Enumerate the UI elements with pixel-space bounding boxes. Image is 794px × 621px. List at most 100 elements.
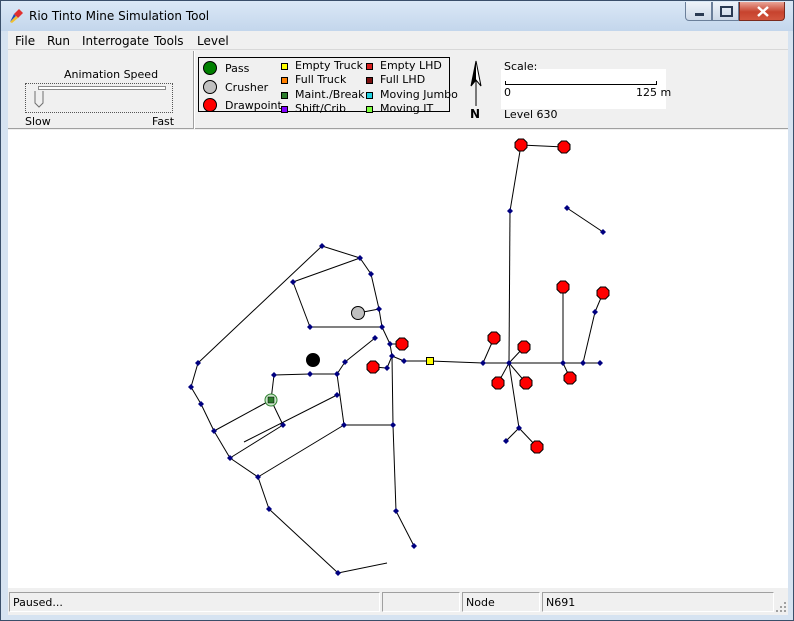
close-button[interactable] [739,2,785,21]
drawpoint-marker[interactable] [596,286,610,300]
map-edge [370,273,380,310]
legend-shift-crib: Shift/Crib [295,102,346,115]
fast-label: Fast [152,115,175,128]
maximize-button[interactable] [712,2,739,21]
drawpoint-marker[interactable] [563,371,577,385]
mine-network-map[interactable] [8,130,788,588]
full-truck-icon [281,77,288,84]
map-node[interactable] [271,372,277,378]
menu-file[interactable]: File [15,34,35,48]
map-node[interactable] [480,360,486,366]
map-edge [344,337,376,363]
pass-icon [203,61,217,75]
map-node[interactable] [227,455,233,461]
moving-jumbo-icon [366,92,373,99]
status-bar: Paused... Node N691 [8,589,788,614]
minimize-button[interactable] [685,2,712,21]
map-node[interactable] [393,508,399,514]
slider-thumb[interactable] [34,90,44,108]
scale-start-label: 0 [504,86,511,99]
crusher-marker[interactable] [351,306,365,320]
scale-caption: Scale: [504,60,538,73]
drawpoint-marker[interactable] [557,140,571,154]
map-node[interactable] [357,255,363,261]
drawpoint-marker[interactable] [519,376,533,390]
map-node[interactable] [592,309,598,315]
map-node[interactable] [255,474,261,480]
map-node[interactable] [379,324,385,330]
map-node[interactable] [211,428,217,434]
maint-break-vehicle[interactable] [267,396,275,404]
map-node[interactable] [290,279,296,285]
drawpoint-marker[interactable] [514,138,528,152]
minimize-icon [695,13,704,16]
maximize-icon [720,6,733,17]
map-edge [213,399,272,432]
map-edge [273,373,311,376]
map-edge [268,508,339,574]
map-edge [321,245,361,259]
animation-speed-slider[interactable] [25,83,173,113]
map-edge [395,510,415,547]
map-edge [509,144,522,212]
map-node[interactable] [560,360,566,366]
north-arrow-icon [470,60,482,106]
menu-interrogate[interactable]: Interrogate [82,34,149,48]
map-edge [508,210,511,364]
map-node[interactable] [341,422,347,428]
map-node[interactable] [384,365,390,371]
status-message: Paused... [9,592,380,612]
map-edge [378,308,383,328]
drawpoint-marker[interactable] [556,280,570,294]
drawpoint-marker[interactable] [530,440,544,454]
menu-level[interactable]: Level [197,34,229,48]
map-node[interactable] [411,543,417,549]
map-node[interactable] [307,371,313,377]
map-node[interactable] [376,306,382,312]
black-marker[interactable] [306,353,320,367]
map-edge [243,394,338,443]
map-edge [292,257,361,283]
map-node[interactable] [597,360,603,366]
resize-grip-icon[interactable] [775,601,787,613]
close-icon [757,6,769,17]
map-node[interactable] [507,208,513,214]
empty-truck-icon [281,63,288,70]
map-edge [257,476,270,510]
map-node[interactable] [600,229,606,235]
map-edge [292,281,311,328]
map-node[interactable] [580,360,586,366]
menu-tools[interactable]: Tools [154,34,184,48]
menu-bar: File Run Interrogate Tools Level [8,31,788,50]
map-node[interactable] [564,205,570,211]
drawpoint-marker[interactable] [517,340,531,354]
map-node[interactable] [401,358,407,364]
map-node[interactable] [368,271,374,277]
drawpoint-marker[interactable] [491,376,505,390]
map-node[interactable] [390,422,396,428]
map-edge [229,457,259,478]
north-label: N [470,107,481,121]
map-node[interactable] [334,371,340,377]
map-edge [582,311,596,364]
mine-map-canvas[interactable] [8,130,788,588]
map-edge [336,373,345,426]
drawpoint-marker[interactable] [395,337,409,351]
map-edge [200,403,215,432]
map-edge [337,562,388,574]
empty-truck-vehicle[interactable] [426,357,434,365]
app-icon [10,9,23,23]
map-node[interactable] [198,401,204,407]
map-edge [381,326,391,345]
title-bar[interactable]: Rio Tinto Mine Simulation Tool [1,1,793,31]
map-node[interactable] [387,341,393,347]
map-node[interactable] [188,384,194,390]
legend-drawpoint: Drawpoint [225,99,282,112]
drawpoint-marker[interactable] [487,331,501,345]
drawpoint-marker[interactable] [366,360,380,374]
client-area: File Run Interrogate Tools Level Animati… [8,31,788,615]
legend-box: Pass Crusher Drawpoint Empty Truck Full … [198,57,458,115]
map-node[interactable] [307,324,313,330]
menu-run[interactable]: Run [47,34,70,48]
map-node[interactable] [389,353,395,359]
